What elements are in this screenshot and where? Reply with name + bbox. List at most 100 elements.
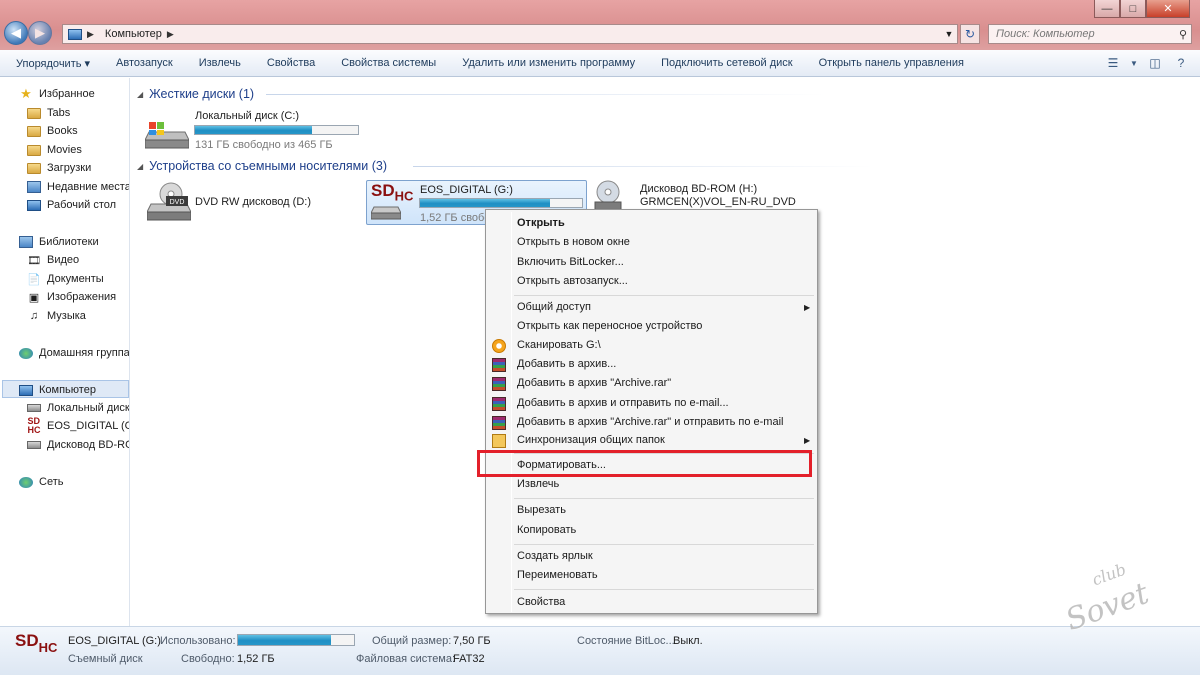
details-usage-bar <box>237 634 355 646</box>
pictures-library-icon: ▣ <box>28 291 40 304</box>
hdd-section-header[interactable]: ◢ Жесткие диски (1) <box>137 87 254 101</box>
menu-item-copy[interactable]: Копировать <box>517 524 576 536</box>
nav-homegroup[interactable]: Домашняя группа <box>18 346 129 360</box>
menu-item-eject[interactable]: Извлечь <box>517 478 559 490</box>
menu-item-open[interactable]: Открыть <box>517 217 565 229</box>
menu-item-scan[interactable]: Сканировать G:\ <box>517 339 601 351</box>
address-dropdown-icon[interactable]: ▼ <box>941 29 957 39</box>
nav-item-downloads[interactable]: Загрузки <box>26 161 91 175</box>
menu-item-archive-and-email[interactable]: Добавить в архив и отправить по e-mail..… <box>517 397 729 409</box>
drive-g-name: EOS_DIGITAL (G:) <box>420 184 513 196</box>
menu-item-enable-bitlocker[interactable]: Включить BitLocker... <box>517 256 624 268</box>
hard-drive-icon <box>27 404 41 412</box>
nav-favorites[interactable]: ★ Избранное <box>18 86 95 101</box>
nav-item-label: Документы <box>47 273 104 285</box>
view-dropdown-icon[interactable]: ▼ <box>1130 54 1138 72</box>
removable-section-header[interactable]: ◢ Устройства со съемными носителями (3) <box>137 159 387 173</box>
nav-item-video[interactable]: 🎞 Видео <box>26 253 79 267</box>
menu-item-create-shortcut[interactable]: Создать ярлык <box>517 550 593 562</box>
menu-separator <box>514 544 814 545</box>
nav-item-tabs[interactable]: Tabs <box>26 106 70 120</box>
nav-item-documents[interactable]: 📄 Документы <box>26 272 104 286</box>
nav-item-label: Дисковод BD-ROM <box>47 439 129 451</box>
back-button[interactable]: ◀ <box>4 21 28 45</box>
nav-item-desktop[interactable]: Рабочий стол <box>26 198 116 212</box>
nav-computer[interactable]: Компьютер <box>18 383 96 397</box>
menu-item-rename[interactable]: Переименовать <box>517 569 598 581</box>
command-bar: Упорядочить ▾ Автозапуск Извлечь Свойств… <box>0 50 1200 77</box>
menu-item-open-autoplay[interactable]: Открыть автозапуск... <box>517 275 628 287</box>
preview-pane-icon[interactable]: ◫ <box>1146 54 1164 72</box>
removable-section-title: Устройства со съемными носителями (3) <box>149 159 387 173</box>
drive-g-usage-bar <box>419 198 583 208</box>
menu-item-archive-rar-and-email[interactable]: Добавить в архив "Archive.rar" и отправи… <box>517 416 783 428</box>
refresh-icon: ↻ <box>964 27 976 41</box>
nav-item-recent-places[interactable]: Недавние места <box>26 180 129 194</box>
drive-d-name: DVD RW дисковод (D:) <box>195 196 311 208</box>
collapse-triangle-icon[interactable]: ◢ <box>137 162 143 171</box>
collapse-triangle-icon[interactable]: ◢ <box>137 90 143 99</box>
section-divider <box>413 166 873 167</box>
address-bar[interactable]: ▶ Компьютер ▶ ▼ <box>62 24 958 44</box>
sdhc-logo-sub: HC <box>38 640 58 655</box>
eject-button[interactable]: Извлечь <box>186 57 254 69</box>
refresh-button[interactable]: ↻ <box>960 24 980 44</box>
minimize-button[interactable]: — <box>1094 0 1120 18</box>
winrar-icon <box>492 377 506 391</box>
nav-item-bd-rom[interactable]: Дисковод BD-ROM <box>26 438 129 452</box>
details-free-value: 1,52 ГБ <box>237 653 275 665</box>
menu-item-open-new-window[interactable]: Открыть в новом окне <box>517 236 630 248</box>
nav-item-books[interactable]: Books <box>26 124 78 138</box>
view-controls: ☰ ▼ ◫ ? <box>1104 54 1190 72</box>
format-highlight-box <box>477 450 812 477</box>
downloads-folder-icon <box>27 162 41 174</box>
menu-item-properties[interactable]: Свойства <box>517 596 565 608</box>
nav-favorites-label: Избранное <box>39 88 95 100</box>
menu-item-share-with[interactable]: Общий доступ <box>517 301 591 313</box>
open-control-panel-button[interactable]: Открыть панель управления <box>806 57 977 69</box>
details-filesystem-label: Файловая система: <box>356 653 456 665</box>
details-drive-name: EOS_DIGITAL (G:) <box>68 635 161 647</box>
title-bar: — □ ✕ ◀ ▶ ▶ Компьютер ▶ ▼ ↻ Поиск: Компь… <box>0 0 1200 50</box>
menu-item-open-as-portable[interactable]: Открыть как переносное устройство <box>517 320 702 332</box>
nav-item-movies[interactable]: Movies <box>26 143 82 157</box>
map-network-drive-button[interactable]: Подключить сетевой диск <box>648 57 805 69</box>
star-icon: ★ <box>20 86 32 101</box>
system-properties-button[interactable]: Свойства системы <box>328 57 449 69</box>
nav-item-local-disk[interactable]: Локальный диск ( <box>26 401 129 415</box>
organize-button[interactable]: Упорядочить ▾ <box>0 57 103 70</box>
hard-drive-icon <box>145 122 189 149</box>
nav-libraries[interactable]: Библиотеки <box>18 235 99 249</box>
sdhc-logo-icon: SDHC <box>15 632 57 657</box>
menu-item-sync-shared-folders[interactable]: Синхронизация общих папок <box>517 434 665 446</box>
nav-item-pictures[interactable]: ▣ Изображения <box>26 290 116 304</box>
properties-button[interactable]: Свойства <box>254 57 328 69</box>
nav-item-label: Tabs <box>47 107 71 119</box>
maximize-button[interactable]: □ <box>1120 0 1146 18</box>
help-icon[interactable]: ? <box>1172 54 1190 72</box>
nav-network[interactable]: Сеть <box>18 475 63 489</box>
nav-item-eos-digital[interactable]: SDHC EOS_DIGITAL (G:) <box>26 417 130 435</box>
menu-item-add-to-archive[interactable]: Добавить в архив... <box>517 358 616 370</box>
bd-rom-drive-icon <box>594 180 622 211</box>
menu-item-add-to-archive-rar[interactable]: Добавить в архив "Archive.rar" <box>517 377 671 389</box>
search-icon[interactable]: ⚲ <box>1179 28 1187 41</box>
nav-network-label: Сеть <box>39 476 64 488</box>
autoplay-button[interactable]: Автозапуск <box>103 57 186 69</box>
breadcrumb-chevron-icon[interactable]: ▶ <box>167 29 174 40</box>
search-input[interactable]: Поиск: Компьютер ⚲ <box>988 24 1192 44</box>
nav-item-label: Movies <box>47 144 82 156</box>
details-drive-type: Съемный диск <box>68 653 143 665</box>
close-button[interactable]: ✕ <box>1146 0 1190 18</box>
menu-separator <box>514 295 814 296</box>
menu-item-cut[interactable]: Вырезать <box>517 504 566 516</box>
music-library-icon: ♫ <box>29 310 39 322</box>
details-used-label: Использовано: <box>160 635 236 647</box>
breadcrumb-computer[interactable]: Компьютер <box>105 28 162 40</box>
forward-button[interactable]: ▶ <box>28 21 52 45</box>
view-options-icon[interactable]: ☰ <box>1104 54 1122 72</box>
nav-item-music[interactable]: ♫ Музыка <box>26 309 86 323</box>
video-library-icon: 🎞 <box>27 254 41 267</box>
context-menu: Открыть Открыть в новом окне Включить Bi… <box>485 209 818 614</box>
uninstall-program-button[interactable]: Удалить или изменить программу <box>449 57 648 69</box>
